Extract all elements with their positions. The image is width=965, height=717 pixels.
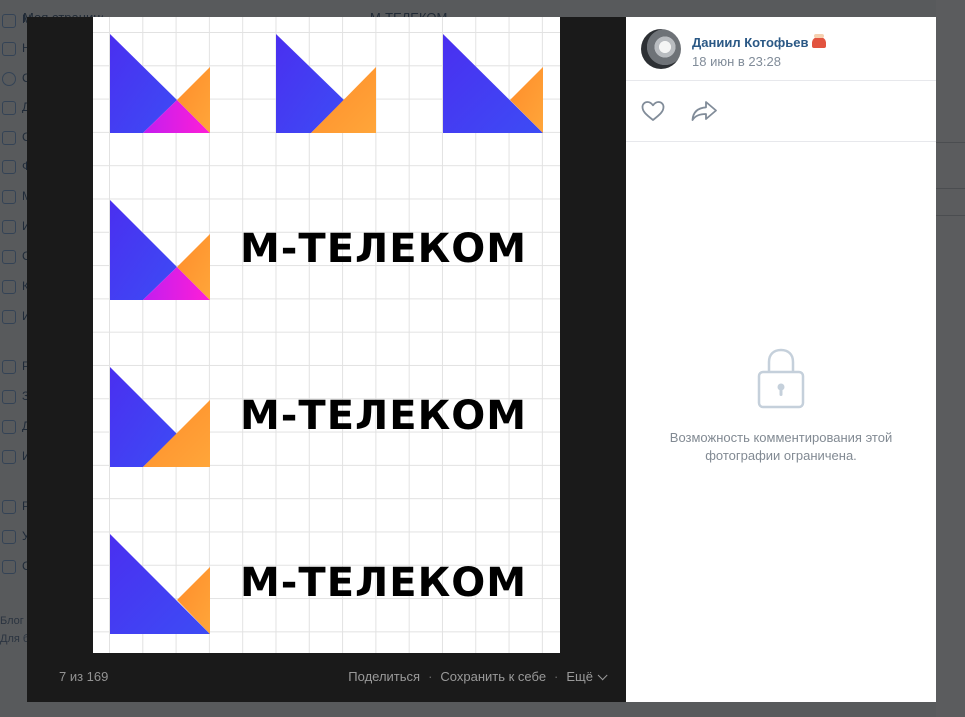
background-right-column bbox=[936, 0, 965, 717]
separator: · bbox=[428, 669, 433, 684]
chevron-down-icon bbox=[597, 670, 608, 681]
author-name: Даниил Котофьев bbox=[692, 35, 809, 50]
photo-actions: Поделиться · Сохранить к себе · Ещё bbox=[348, 669, 608, 684]
separator: · bbox=[554, 669, 559, 684]
divider bbox=[936, 142, 965, 143]
like-icon[interactable] bbox=[640, 99, 666, 123]
blog-link: Блог bbox=[0, 615, 24, 627]
community-icon bbox=[2, 560, 16, 574]
comments-restricted-message: Возможность комментирования этой фотогра… bbox=[626, 429, 936, 465]
photo-viewer: М-ТЕЛЕКОМ М-ТЕЛЕКОМ М-ТЕЛЕКОМ 7 из 169 П… bbox=[27, 17, 936, 702]
lock-icon bbox=[757, 348, 805, 409]
logo-mark-row-4 bbox=[110, 534, 210, 634]
photo[interactable]: М-ТЕЛЕКОМ М-ТЕЛЕКОМ М-ТЕЛЕКОМ bbox=[93, 17, 560, 653]
author-name-link[interactable]: Даниил Котофьев bbox=[692, 34, 827, 50]
background-footer: Блог Для бизнеса bbox=[0, 612, 28, 648]
friends-icon bbox=[2, 101, 16, 115]
post-date[interactable]: 18 июн в 23:28 bbox=[692, 54, 781, 69]
more-label: Ещё bbox=[566, 669, 593, 684]
divider bbox=[936, 215, 965, 216]
games-icon bbox=[2, 220, 16, 234]
wordmark-row-2: М-ТЕЛЕКОМ bbox=[240, 226, 528, 272]
ads-icon bbox=[2, 360, 16, 374]
more-menu[interactable]: Ещё bbox=[566, 669, 608, 684]
music-icon bbox=[2, 190, 16, 204]
communities-icon bbox=[2, 131, 16, 145]
save-to-album-link[interactable]: Сохранить к себе bbox=[440, 669, 546, 684]
photo-pane: М-ТЕЛЕКОМ М-ТЕЛЕКОМ М-ТЕЛЕКОМ 7 из 169 П… bbox=[27, 17, 626, 702]
messages-icon bbox=[2, 72, 16, 86]
photo-counter: 7 из 169 bbox=[59, 669, 109, 684]
logo-mark-row-3 bbox=[110, 367, 210, 467]
groups-icon bbox=[2, 500, 16, 514]
logo-mark-variant-3 bbox=[443, 34, 543, 133]
divider bbox=[936, 188, 965, 189]
share-link[interactable]: Поделиться bbox=[348, 669, 420, 684]
logo-mark-variant-2 bbox=[276, 34, 376, 133]
birthday-cake-icon bbox=[812, 34, 827, 48]
photo-footer: 7 из 169 Поделиться · Сохранить к себе ·… bbox=[27, 665, 626, 689]
logo-mark-variant-1 bbox=[110, 34, 210, 133]
manage-icon bbox=[2, 530, 16, 544]
reactions-bar bbox=[626, 81, 936, 142]
avatar[interactable] bbox=[641, 29, 681, 69]
stickers-icon bbox=[2, 250, 16, 264]
clips-icon bbox=[2, 280, 16, 294]
logo-mark-row-2 bbox=[110, 200, 210, 300]
files-icon bbox=[2, 420, 16, 434]
news-icon bbox=[2, 42, 16, 56]
events-icon bbox=[2, 450, 16, 464]
restricted-text-line-1: Возможность комментирования этой bbox=[669, 430, 893, 445]
share-icon[interactable] bbox=[690, 99, 718, 123]
photos-icon bbox=[2, 160, 16, 174]
wordmark-row-3: М-ТЕЛЕКОМ bbox=[240, 393, 528, 439]
profile-icon bbox=[2, 14, 16, 28]
restricted-text-line-2: фотографии ограничена. bbox=[705, 448, 857, 463]
bookmarks-icon bbox=[2, 390, 16, 404]
business-link: Для бизнеса bbox=[0, 633, 28, 645]
photo-info-panel: Даниил Котофьев 18 июн в 23:28 Возможнос… bbox=[626, 17, 936, 702]
author-header: Даниил Котофьев 18 июн в 23:28 bbox=[626, 17, 936, 81]
wordmark-row-4: М-ТЕЛЕКОМ bbox=[240, 560, 528, 606]
apps-icon bbox=[2, 310, 16, 324]
background-sidebar: М Н С Д С Ф М И С К И Р З Д И Р У С bbox=[0, 0, 30, 717]
